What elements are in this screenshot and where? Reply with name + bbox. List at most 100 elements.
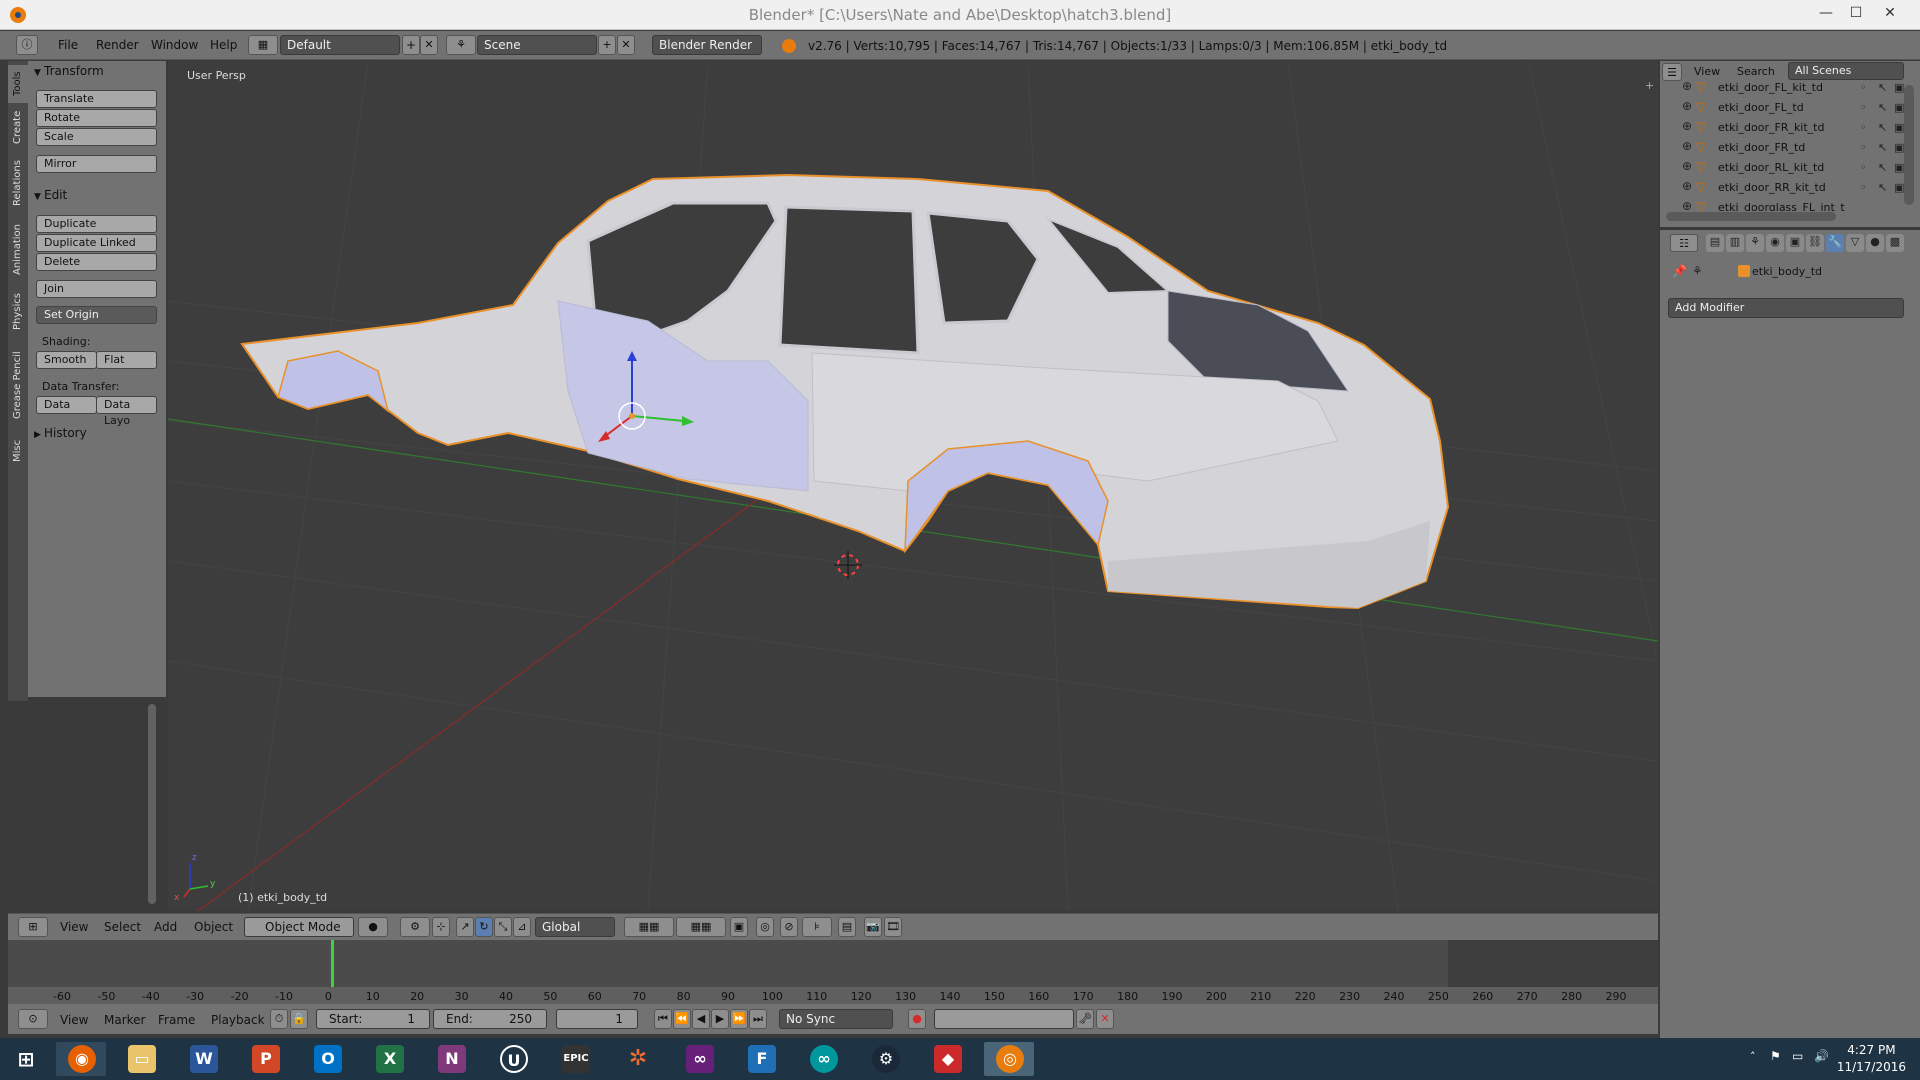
tab-tools[interactable]: Tools xyxy=(8,65,28,103)
taskbar-clock[interactable]: 4:27 PM 11/17/2016 xyxy=(1837,1042,1906,1076)
play-icon[interactable]: ▶ xyxy=(711,1009,729,1029)
visibility-icon[interactable]: ◦ xyxy=(1860,181,1867,194)
render-camera-icon[interactable]: ▣ xyxy=(1894,181,1904,194)
texture-tab-icon[interactable]: ▩ xyxy=(1886,234,1904,252)
visibility-icon[interactable]: ◦ xyxy=(1860,121,1867,134)
pivot-point-icon[interactable]: ⚙ xyxy=(400,917,430,937)
layer-lock-icon[interactable]: ▣ xyxy=(730,917,748,937)
add-layout-icon[interactable]: + xyxy=(402,35,420,55)
expand-icon[interactable]: ⊕ xyxy=(1682,199,1692,211)
render-engine-selector[interactable]: Blender Render xyxy=(652,35,762,55)
tab-create[interactable]: Create xyxy=(8,105,28,149)
layout-selector[interactable]: Default xyxy=(280,35,400,55)
edit-panel-header[interactable]: ▼ Edit xyxy=(34,188,67,202)
powerpoint-icon[interactable]: P xyxy=(240,1042,290,1076)
play-reverse-icon[interactable]: ◀ xyxy=(692,1009,710,1029)
opengl-anim-icon[interactable]: 🎞 xyxy=(884,917,902,937)
orientation-selector[interactable]: Global xyxy=(535,917,615,937)
fusion-icon[interactable]: F xyxy=(736,1042,786,1076)
outliner-menu-search[interactable]: Search xyxy=(1737,65,1775,78)
epic-games-icon[interactable]: EPIC xyxy=(550,1042,600,1076)
menu-select[interactable]: Select xyxy=(104,920,141,934)
data-tab-icon[interactable]: ▽ xyxy=(1846,234,1864,252)
outliner-row[interactable]: ⊕ ▽ etki_door_FL_kit_td ◦ ↖ ▣ xyxy=(1660,79,1904,98)
snap-element-icon[interactable]: ⊧ xyxy=(802,917,832,937)
delete-button[interactable]: Delete xyxy=(36,253,157,271)
modifiers-tab-icon[interactable]: 🔧 xyxy=(1826,234,1844,252)
tab-misc[interactable]: Misc xyxy=(8,433,28,469)
object-tab-icon[interactable]: ▣ xyxy=(1786,234,1804,252)
steam-icon[interactable]: ⚙ xyxy=(860,1042,910,1076)
rotate-button[interactable]: Rotate xyxy=(36,109,157,127)
excel-icon[interactable]: X xyxy=(364,1042,414,1076)
tab-physics[interactable]: Physics xyxy=(8,287,28,337)
expand-icon[interactable]: ⊕ xyxy=(1682,139,1692,153)
remove-layout-icon[interactable]: ✕ xyxy=(420,35,438,55)
transform-panel-header[interactable]: ▼ Transform xyxy=(34,64,104,78)
mirror-button[interactable]: Mirror xyxy=(36,155,157,173)
smooth-shading-button[interactable]: Smooth xyxy=(36,351,97,369)
layers-grid-b-icon[interactable]: ▦▦ xyxy=(676,917,726,937)
flag-icon[interactable]: ⚑ xyxy=(1770,1049,1781,1063)
close-button[interactable]: ✕ xyxy=(1876,2,1904,26)
scale-manipulator-icon[interactable]: ⤡ xyxy=(494,917,512,937)
opengl-render-icon[interactable]: 📷 xyxy=(864,917,882,937)
orientation-icon[interactable]: ⊿ xyxy=(513,917,531,937)
tab-animation[interactable]: Animation xyxy=(8,217,28,283)
record-icon[interactable]: ● xyxy=(908,1009,926,1029)
layers-grid-a-icon[interactable]: ▦▦ xyxy=(624,917,674,937)
outliner-menu-view[interactable]: View xyxy=(1694,65,1720,78)
keying-set-field[interactable] xyxy=(934,1009,1074,1029)
menu-window[interactable]: Window xyxy=(151,38,198,52)
start-frame-field[interactable]: Start: 1 xyxy=(316,1009,430,1029)
viewport-corner-plus-icon[interactable]: + xyxy=(1645,79,1654,92)
select-cursor-icon[interactable]: ↖ xyxy=(1878,81,1887,94)
translate-manipulator-icon[interactable]: ↗ xyxy=(456,917,474,937)
render-camera-icon[interactable]: ▣ xyxy=(1894,141,1904,154)
file-explorer-icon[interactable]: ▭ xyxy=(116,1042,166,1076)
viewport-shading-icon[interactable]: ● xyxy=(358,917,388,937)
render-camera-icon[interactable]: ▣ xyxy=(1894,101,1904,114)
material-tab-icon[interactable]: ● xyxy=(1866,234,1884,252)
visibility-icon[interactable]: ◦ xyxy=(1860,161,1867,174)
timeline-menu-frame[interactable]: Frame xyxy=(158,1013,195,1027)
timeline-editor-type-icon[interactable]: ⊙ xyxy=(18,1009,48,1029)
remove-scene-icon[interactable]: ✕ xyxy=(617,35,635,55)
select-cursor-icon[interactable]: ↖ xyxy=(1878,181,1887,194)
timeline-menu-playback[interactable]: Playback xyxy=(211,1013,265,1027)
maximize-button[interactable]: ☐ xyxy=(1842,2,1870,26)
current-frame-field[interactable]: 1 xyxy=(556,1009,638,1029)
jump-end-icon[interactable]: ⏭ xyxy=(749,1009,767,1029)
3d-view-editor-type-icon[interactable]: ⊞ xyxy=(18,917,48,937)
visibility-icon[interactable]: ◦ xyxy=(1860,141,1867,154)
render-camera-icon[interactable]: ▣ xyxy=(1894,121,1904,134)
outliner-row[interactable]: ⊕ ▽ etki_door_RL_kit_td ◦ ↖ ▣ xyxy=(1660,159,1904,178)
render-camera-icon[interactable]: ▣ xyxy=(1894,81,1904,94)
arduino-icon[interactable]: ∞ xyxy=(798,1042,848,1076)
menu-add[interactable]: Add xyxy=(154,920,177,934)
info-editor-type-icon[interactable]: ⓘ xyxy=(16,35,38,55)
tool-shelf-scrollbar[interactable] xyxy=(148,704,156,904)
outliner-filter-selector[interactable]: All Scenes xyxy=(1788,62,1904,80)
snap-toggle-icon[interactable]: ⊘ xyxy=(780,917,798,937)
data-layout-button[interactable]: Data Layo xyxy=(96,396,157,427)
menu-render[interactable]: Render xyxy=(96,38,139,52)
visual-studio-icon[interactable]: ∞ xyxy=(674,1042,724,1076)
select-cursor-icon[interactable]: ↖ xyxy=(1878,101,1887,114)
next-keyframe-icon[interactable]: ⏩ xyxy=(730,1009,748,1029)
timeline-menu-marker[interactable]: Marker xyxy=(104,1013,145,1027)
scene-tab-icon[interactable]: ⚘ xyxy=(1746,234,1764,252)
outliner-row[interactable]: ⊕ ▽ etki_door_FR_kit_td ◦ ↖ ▣ xyxy=(1660,119,1904,138)
expand-icon[interactable]: ⊕ xyxy=(1682,179,1692,193)
expand-icon[interactable]: ⊕ xyxy=(1682,99,1692,113)
firefox-icon[interactable]: ◉ xyxy=(56,1042,106,1076)
menu-object[interactable]: Object xyxy=(194,920,233,934)
minimize-button[interactable]: — xyxy=(1812,2,1840,26)
scene-icon[interactable]: ⚘ xyxy=(446,35,476,55)
history-panel-header[interactable]: ▶ History xyxy=(34,426,87,440)
tray-expand-icon[interactable]: ˄ xyxy=(1750,1050,1756,1063)
end-frame-field[interactable]: End: 250 xyxy=(433,1009,547,1029)
expand-icon[interactable]: ⊕ xyxy=(1682,159,1692,173)
world-tab-icon[interactable]: ◉ xyxy=(1766,234,1784,252)
expand-icon[interactable]: ⊕ xyxy=(1682,119,1692,133)
